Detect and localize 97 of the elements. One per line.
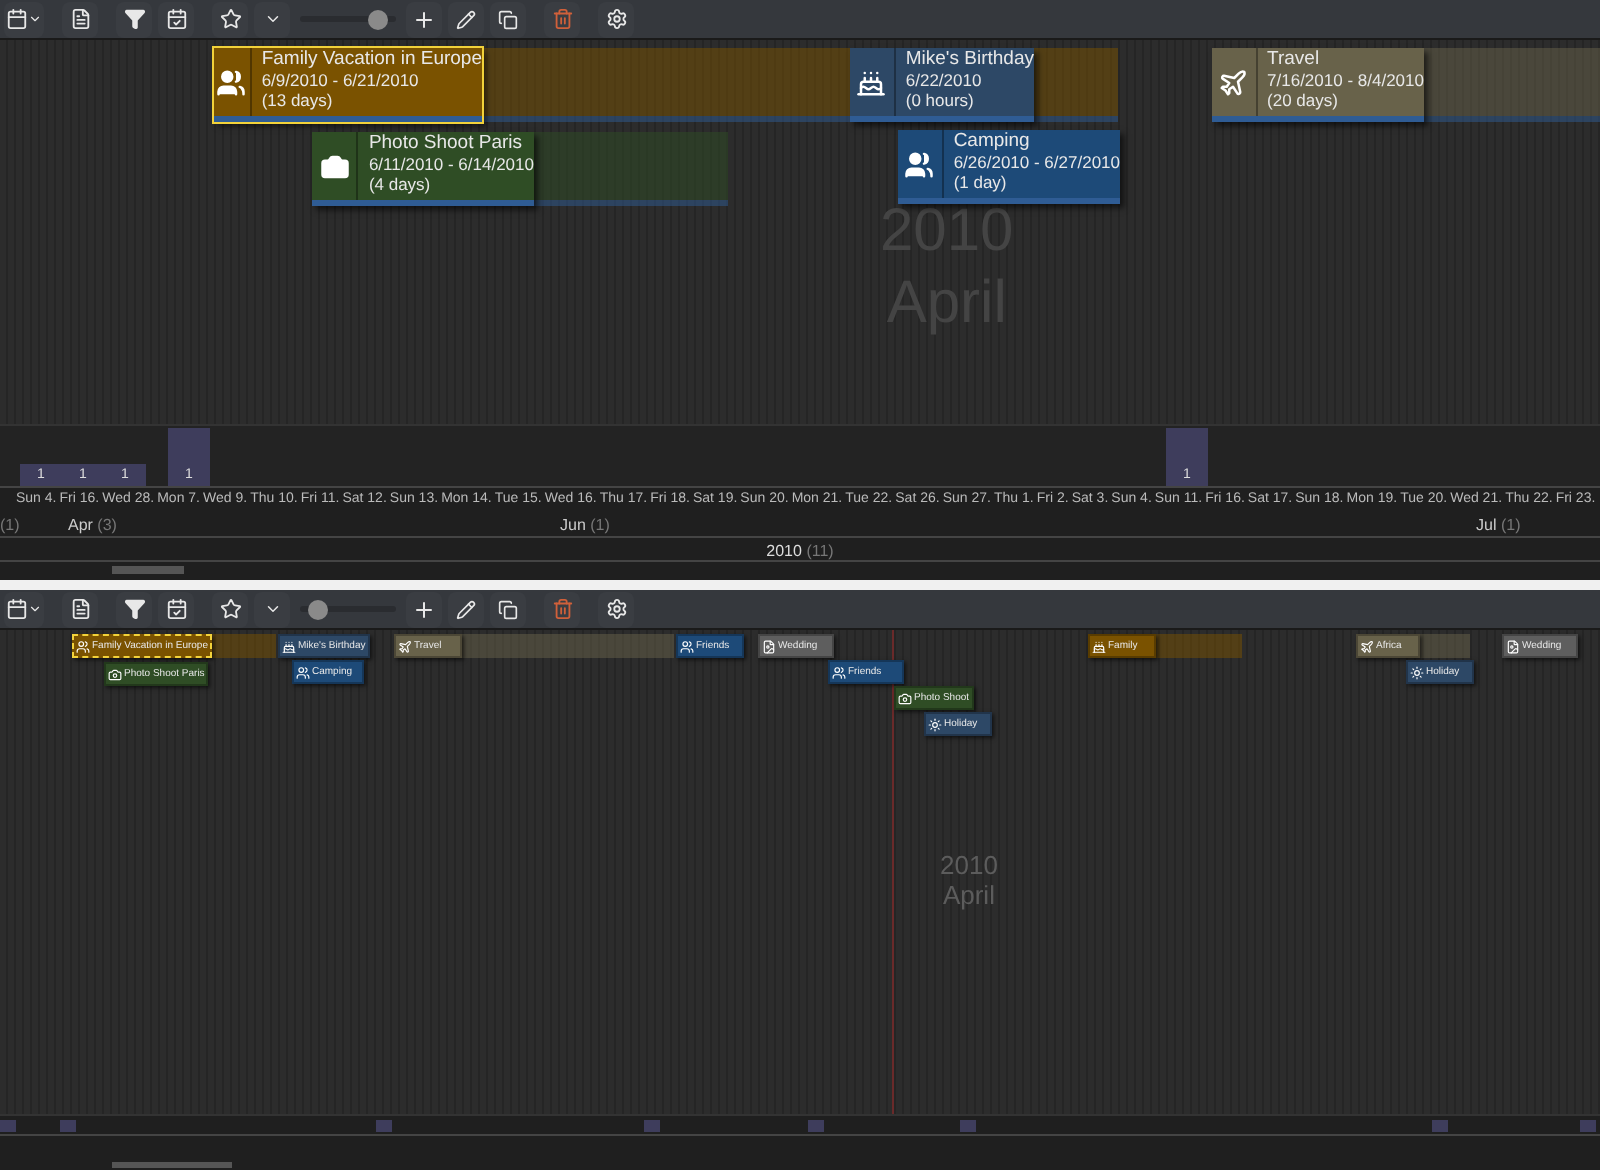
event-title: Camping bbox=[953, 132, 1032, 152]
document-button[interactable] bbox=[62, 591, 98, 627]
event-dates: 6/22/2010 bbox=[905, 70, 984, 90]
star-icon bbox=[219, 8, 241, 30]
scrollbar-thumb[interactable] bbox=[112, 1162, 232, 1168]
month-label: Jun (1) bbox=[560, 514, 610, 538]
event-card[interactable]: Photo Shoot Paris 6/11/2010 - 6/14/2010 (4 days) bbox=[312, 132, 534, 206]
sun-icon bbox=[928, 717, 942, 731]
favorite-button[interactable] bbox=[212, 1, 248, 37]
calendar-check-icon bbox=[165, 8, 187, 30]
histogram-bar bbox=[0, 1120, 16, 1132]
pencil-icon bbox=[456, 599, 476, 619]
filter-button[interactable] bbox=[116, 591, 152, 627]
zoom-slider-thumb[interactable] bbox=[368, 9, 389, 29]
calendar-icon bbox=[6, 598, 28, 620]
edit-button[interactable] bbox=[448, 1, 484, 37]
doc-icon bbox=[762, 639, 776, 653]
plus-icon bbox=[412, 597, 436, 621]
histogram-bar bbox=[960, 1120, 976, 1132]
event-duration: (20 days) bbox=[1267, 90, 1340, 110]
zoom-slider-thumb[interactable] bbox=[307, 599, 328, 619]
plus-icon bbox=[412, 7, 436, 31]
month-label: (1) bbox=[0, 514, 20, 538]
event-title: Mike's Birthday bbox=[905, 50, 1034, 70]
caret-icon bbox=[28, 602, 42, 616]
event-card[interactable]: Camping 6/26/2010 - 6/27/2010 (1 day) bbox=[898, 130, 1120, 204]
caret-icon bbox=[28, 12, 42, 26]
event-dates: 7/16/2010 - 8/4/2010 bbox=[1267, 70, 1424, 90]
filter-button[interactable] bbox=[116, 1, 152, 37]
people-icon bbox=[680, 639, 694, 653]
people-icon bbox=[216, 67, 247, 97]
pencil-icon bbox=[456, 9, 476, 29]
add-button[interactable] bbox=[406, 1, 442, 37]
calendar-check-button[interactable] bbox=[158, 1, 194, 37]
document-icon bbox=[69, 8, 91, 30]
calendar-check-button[interactable] bbox=[158, 591, 194, 627]
event-duration: (4 days) bbox=[368, 174, 433, 194]
people-icon bbox=[296, 665, 310, 679]
people-icon bbox=[904, 149, 935, 179]
document-button[interactable] bbox=[62, 1, 98, 37]
plane-icon bbox=[1360, 639, 1374, 653]
copy-button[interactable] bbox=[490, 591, 526, 627]
histogram-bar bbox=[808, 1120, 824, 1132]
month-label: Apr (3) bbox=[68, 514, 117, 538]
event-duration: (0 hours) bbox=[905, 90, 976, 110]
calendar-check-icon bbox=[165, 598, 187, 620]
histogram-bar bbox=[376, 1120, 392, 1132]
caret-icon bbox=[263, 10, 281, 28]
event-title: Family Vacation in Europe bbox=[261, 50, 482, 70]
copy-icon bbox=[498, 9, 518, 29]
settings-icon bbox=[605, 598, 627, 620]
calendar-icon bbox=[6, 8, 28, 30]
trash-icon bbox=[551, 598, 573, 620]
event-dates: 6/11/2010 - 6/14/2010 bbox=[368, 154, 534, 174]
favorite-button[interactable] bbox=[212, 591, 248, 627]
zoom-slider[interactable] bbox=[300, 599, 396, 619]
star-icon bbox=[219, 598, 241, 620]
event-dates: 6/9/2010 - 6/21/2010 bbox=[261, 70, 421, 90]
filter-icon bbox=[123, 8, 145, 30]
add-button[interactable] bbox=[406, 591, 442, 627]
delete-button[interactable] bbox=[544, 1, 580, 37]
histogram-bar bbox=[1580, 1120, 1596, 1132]
calendar-menu-button[interactable] bbox=[4, 591, 44, 627]
histogram-bar bbox=[60, 1120, 76, 1132]
event-title: Travel bbox=[1267, 50, 1322, 70]
doc-icon bbox=[1506, 639, 1520, 653]
settings-icon bbox=[605, 8, 627, 30]
histogram-bar bbox=[1432, 1120, 1448, 1132]
sun-icon bbox=[1410, 665, 1424, 679]
event-dates: 6/26/2010 - 6/27/2010 bbox=[953, 152, 1120, 172]
calendar-menu-button[interactable] bbox=[4, 1, 44, 37]
people-icon bbox=[76, 639, 90, 653]
event-title: Photo Shoot Paris bbox=[368, 134, 525, 154]
caret-icon bbox=[263, 600, 281, 618]
filter-icon bbox=[123, 598, 145, 620]
document-icon bbox=[69, 598, 91, 620]
histogram-bar bbox=[644, 1120, 660, 1132]
cake-icon bbox=[856, 67, 887, 97]
event-duration: (13 days) bbox=[261, 90, 335, 110]
event-duration: (1 day) bbox=[953, 172, 1009, 192]
plane-icon bbox=[398, 639, 412, 653]
settings-button[interactable] bbox=[598, 1, 634, 37]
event-card[interactable]: Mike's Birthday 6/22/2010 (0 hours) bbox=[850, 48, 1034, 122]
scrollbar-thumb[interactable] bbox=[112, 566, 184, 574]
plane-icon bbox=[1218, 67, 1249, 97]
people-icon bbox=[832, 665, 846, 679]
copy-button[interactable] bbox=[490, 1, 526, 37]
settings-button[interactable] bbox=[598, 591, 634, 627]
month-label: Jul (1) bbox=[1476, 514, 1521, 538]
copy-icon bbox=[498, 599, 518, 619]
event-card[interactable]: Travel 7/16/2010 - 8/4/2010 (20 days) bbox=[1212, 48, 1424, 122]
trash-icon bbox=[551, 8, 573, 30]
year-label: 2010 (11) bbox=[766, 540, 834, 560]
edit-button[interactable] bbox=[448, 591, 484, 627]
zoom-slider[interactable] bbox=[300, 9, 396, 29]
event-card[interactable]: Family Vacation in Europe 6/9/2010 - 6/21/2010 (13 days) bbox=[214, 48, 482, 122]
delete-button[interactable] bbox=[544, 591, 580, 627]
